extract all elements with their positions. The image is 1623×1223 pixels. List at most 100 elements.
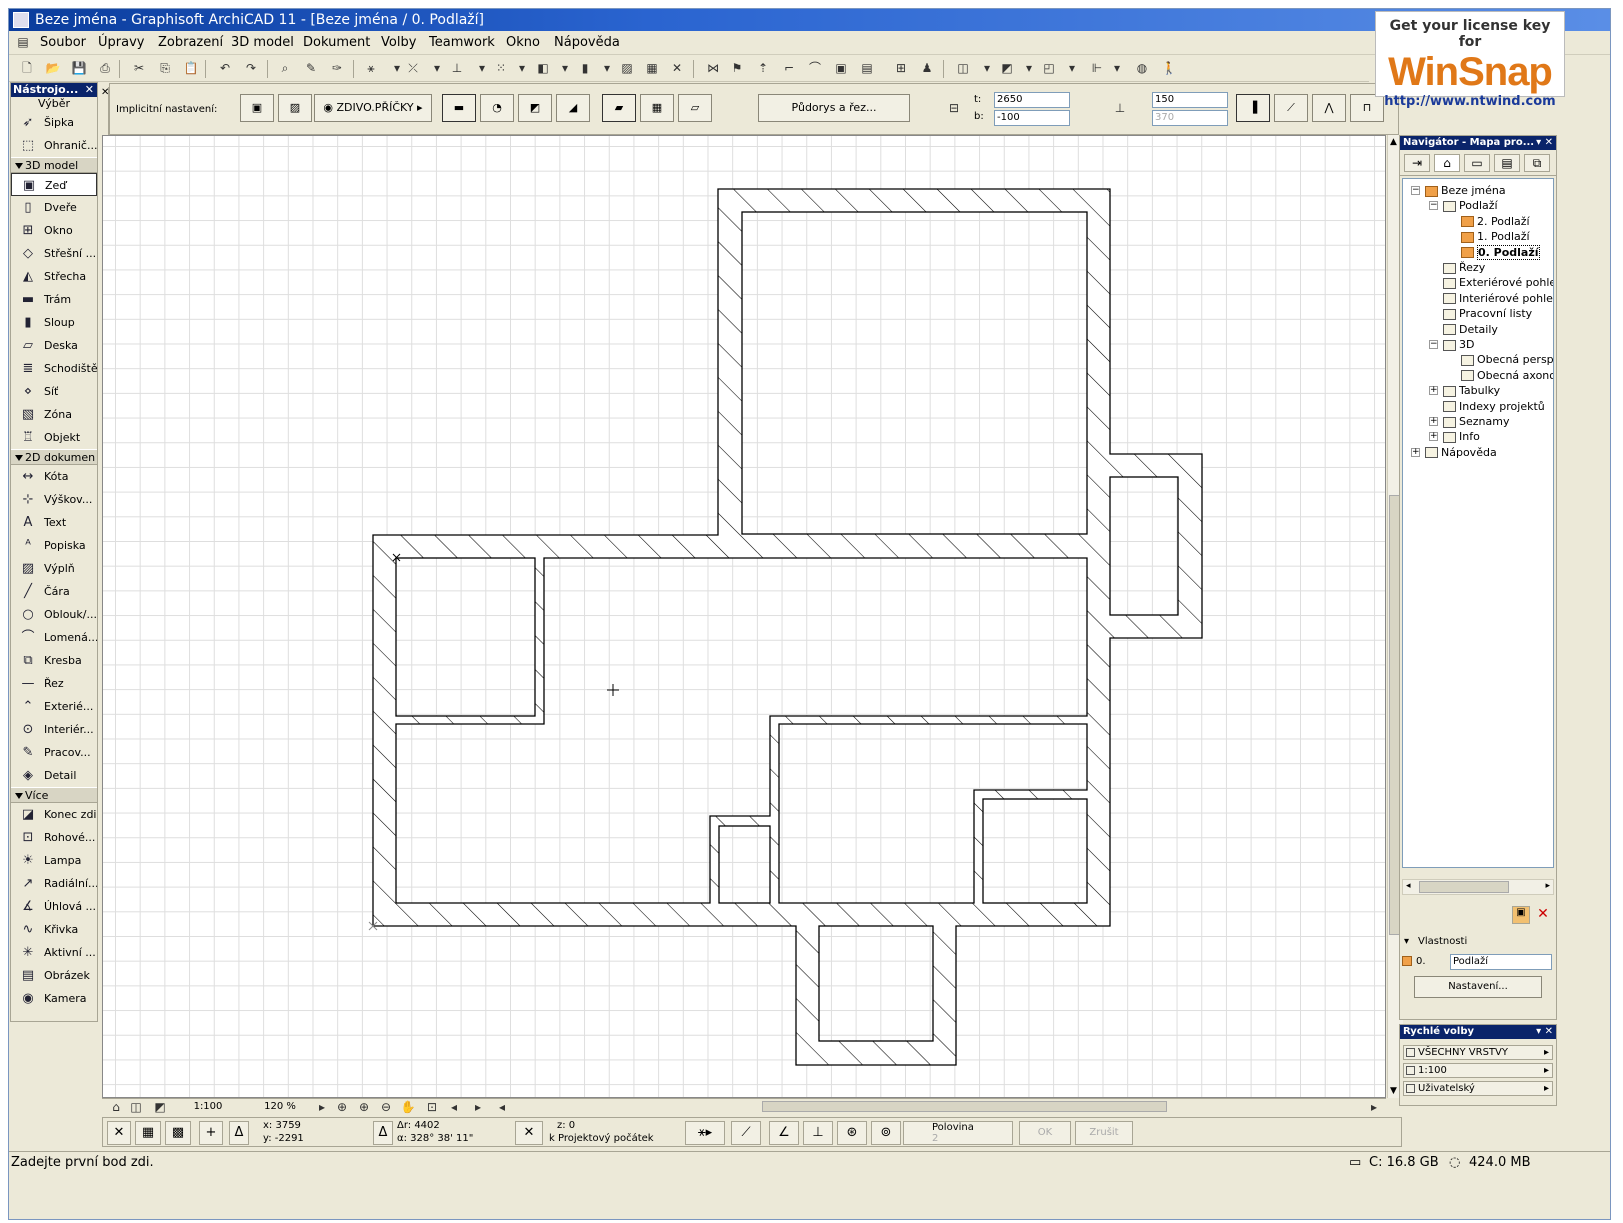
- table-icon[interactable]: ▦: [644, 60, 660, 76]
- tree-item[interactable]: − Beze jména: [1411, 183, 1506, 198]
- tool-more-1[interactable]: ⊡ Rohové...: [11, 826, 97, 849]
- tool-3d-0[interactable]: ▣ Zeď: [11, 173, 97, 196]
- layer-icon[interactable]: ◧: [535, 60, 551, 76]
- dimension-tool-icon[interactable]: ⊩: [1089, 60, 1105, 76]
- relative-construction-icon[interactable]: +: [199, 1121, 223, 1145]
- dropdown-arrow-icon[interactable]: ▾: [429, 60, 445, 76]
- layer-combination-select[interactable]: VŠECHNY VRSTVY ▸: [1403, 1045, 1553, 1060]
- tool-2d-7[interactable]: ⌒ Lomená...: [11, 626, 97, 649]
- wall-settings-button[interactable]: ▣: [240, 94, 274, 122]
- navigator-preview-icon[interactable]: ◫: [128, 1099, 144, 1115]
- tree-item[interactable]: 2. Podlaží: [1461, 214, 1530, 229]
- close-icon[interactable]: ✕: [85, 83, 94, 97]
- select-tool-0[interactable]: ➶ Šipka: [11, 111, 97, 134]
- previous-zoom-icon[interactable]: ◂: [446, 1099, 462, 1115]
- properties-header[interactable]: ▾ Vlastnosti: [1402, 936, 1554, 950]
- story-name-input[interactable]: Podlaží: [1450, 954, 1552, 970]
- x-coordinate[interactable]: x: 3759: [263, 1120, 301, 1131]
- ok-button[interactable]: OK: [1019, 1121, 1071, 1145]
- undo-icon[interactable]: ↶: [217, 60, 233, 76]
- corner-icon[interactable]: ⌐: [781, 60, 797, 76]
- tree-item[interactable]: 1. Podlaží: [1461, 229, 1530, 244]
- section-3d-model[interactable]: 3D model: [11, 157, 97, 173]
- fit-window-icon[interactable]: ⊡: [424, 1099, 440, 1115]
- snap-points-icon[interactable]: ⊚: [871, 1121, 901, 1145]
- z-coordinate[interactable]: z: 0: [557, 1120, 575, 1131]
- horizontal-scroll-thumb[interactable]: [762, 1101, 1167, 1112]
- tree-item[interactable]: Obecná perspek: [1461, 352, 1553, 367]
- menu-dokument[interactable]: Dokument: [303, 35, 370, 50]
- scale-select[interactable]: 1:100 ▸: [1403, 1063, 1553, 1078]
- curved-wall-button[interactable]: ◔: [480, 94, 514, 122]
- dropdown-arrow-icon[interactable]: ▾: [474, 60, 490, 76]
- dropdown-arrow-icon[interactable]: ▾: [557, 60, 573, 76]
- new-folder-icon[interactable]: ▣: [1512, 906, 1530, 924]
- angle-coordinate[interactable]: α: 328° 38' 11": [397, 1133, 473, 1144]
- delete-icon[interactable]: ✕: [1534, 906, 1552, 924]
- collapse-icon[interactable]: −: [1429, 340, 1438, 349]
- wall-slanted-button[interactable]: ⟋: [1274, 94, 1308, 122]
- tool-more-2[interactable]: ☀ Lampa: [11, 849, 97, 872]
- tool-2d-0[interactable]: ↔ Kóta: [11, 465, 97, 488]
- tree-item[interactable]: + Info: [1429, 429, 1480, 444]
- curve-icon[interactable]: ⌒: [807, 60, 823, 76]
- tool-more-0[interactable]: ◪ Konec zdi: [11, 803, 97, 826]
- top-height-input[interactable]: 2650: [994, 92, 1070, 108]
- tool-3d-4[interactable]: ◭ Střecha: [11, 265, 97, 288]
- redo-icon[interactable]: ↷: [243, 60, 259, 76]
- tree-item[interactable]: + Seznamy: [1429, 414, 1509, 429]
- parallel-icon[interactable]: ∠: [769, 1121, 799, 1145]
- view-home-icon[interactable]: ⌂: [108, 1099, 124, 1115]
- grid-toggle-icon[interactable]: ▦: [135, 1121, 161, 1145]
- view-map-icon[interactable]: ▭: [1464, 154, 1490, 172]
- tool-2d-6[interactable]: ○ Oblouk/...: [11, 603, 97, 626]
- syringe-icon[interactable]: ✑: [329, 60, 345, 76]
- tool-more-4[interactable]: ∡ Úhlová ...: [11, 895, 97, 918]
- zoom-in-area-icon[interactable]: ⊕: [334, 1099, 350, 1115]
- section-2d-dokument[interactable]: 2D dokumen: [11, 449, 97, 465]
- floorplan-section-button[interactable]: Půdorys a řez...: [758, 94, 910, 122]
- tool-3d-10[interactable]: ▧ Zóna: [11, 403, 97, 426]
- menu-soubor[interactable]: Soubor: [40, 35, 86, 50]
- tool-2d-10[interactable]: ⌃ Exterié...: [11, 695, 97, 718]
- tree-item[interactable]: Indexy projektů: [1443, 399, 1545, 414]
- quick-options-controls-icon[interactable]: ▾ ✕: [1536, 1025, 1553, 1039]
- wall-double-slanted-button[interactable]: ⋀: [1312, 94, 1346, 122]
- settings-button[interactable]: Nastavení...: [1414, 976, 1542, 998]
- thickness2-input[interactable]: 370: [1152, 110, 1228, 126]
- tool-more-5[interactable]: ∿ Křivka: [11, 918, 97, 941]
- tool-more-7[interactable]: ▤ Obrázek: [11, 964, 97, 987]
- document-menu-icon[interactable]: ▤: [15, 34, 31, 50]
- tree-item[interactable]: Obecná axonom: [1461, 368, 1553, 383]
- tree-item[interactable]: Pracovní listy: [1443, 306, 1532, 321]
- tool-2d-5[interactable]: ╱ Čára: [11, 580, 97, 603]
- archicad-app-icon[interactable]: [13, 12, 29, 28]
- gravity-select[interactable]: Polovina 2: [903, 1121, 1013, 1145]
- tool-3d-3[interactable]: ◇ Střešní ...: [11, 242, 97, 265]
- tool-2d-3[interactable]: ᴬ Popiska: [11, 534, 97, 557]
- section-vice[interactable]: Více: [11, 787, 97, 803]
- menu-upravy[interactable]: Úpravy: [98, 35, 144, 50]
- tool-3d-9[interactable]: ⋄ Síť: [11, 380, 97, 403]
- dropdown-arrow-icon[interactable]: ▾: [1109, 60, 1125, 76]
- scroll-right-icon[interactable]: ▸: [1366, 1099, 1382, 1115]
- collapse-icon[interactable]: −: [1411, 186, 1420, 195]
- infobox-collapse[interactable]: ✕: [101, 87, 109, 135]
- tool-2d-4[interactable]: ▨ Výplň: [11, 557, 97, 580]
- select-tool-1[interactable]: ⬚ Ohranič...: [11, 134, 97, 157]
- expand-icon[interactable]: +: [1411, 447, 1420, 457]
- distance-coordinate[interactable]: Δr: 4402: [397, 1120, 440, 1131]
- tool-3d-2[interactable]: ⊞ Okno: [11, 219, 97, 242]
- find-select-icon[interactable]: ⌕: [277, 60, 293, 76]
- collapse-icon[interactable]: −: [1429, 201, 1438, 211]
- origin-toggle-icon[interactable]: ✕: [515, 1121, 543, 1145]
- layout-preview-icon[interactable]: ◩: [152, 1099, 168, 1115]
- perpendicular-icon[interactable]: ⊥: [803, 1121, 833, 1145]
- tool-3d-11[interactable]: ♖ Objekt: [11, 426, 97, 449]
- composite-icon[interactable]: ▨: [278, 94, 312, 122]
- tool-3d-1[interactable]: ▯ Dveře: [11, 196, 97, 219]
- pen-icon[interactable]: ▮: [577, 60, 593, 76]
- menu-volby[interactable]: Volby: [381, 35, 416, 50]
- paste-icon[interactable]: 📋: [183, 60, 199, 76]
- walk-icon[interactable]: 🚶: [1161, 60, 1177, 76]
